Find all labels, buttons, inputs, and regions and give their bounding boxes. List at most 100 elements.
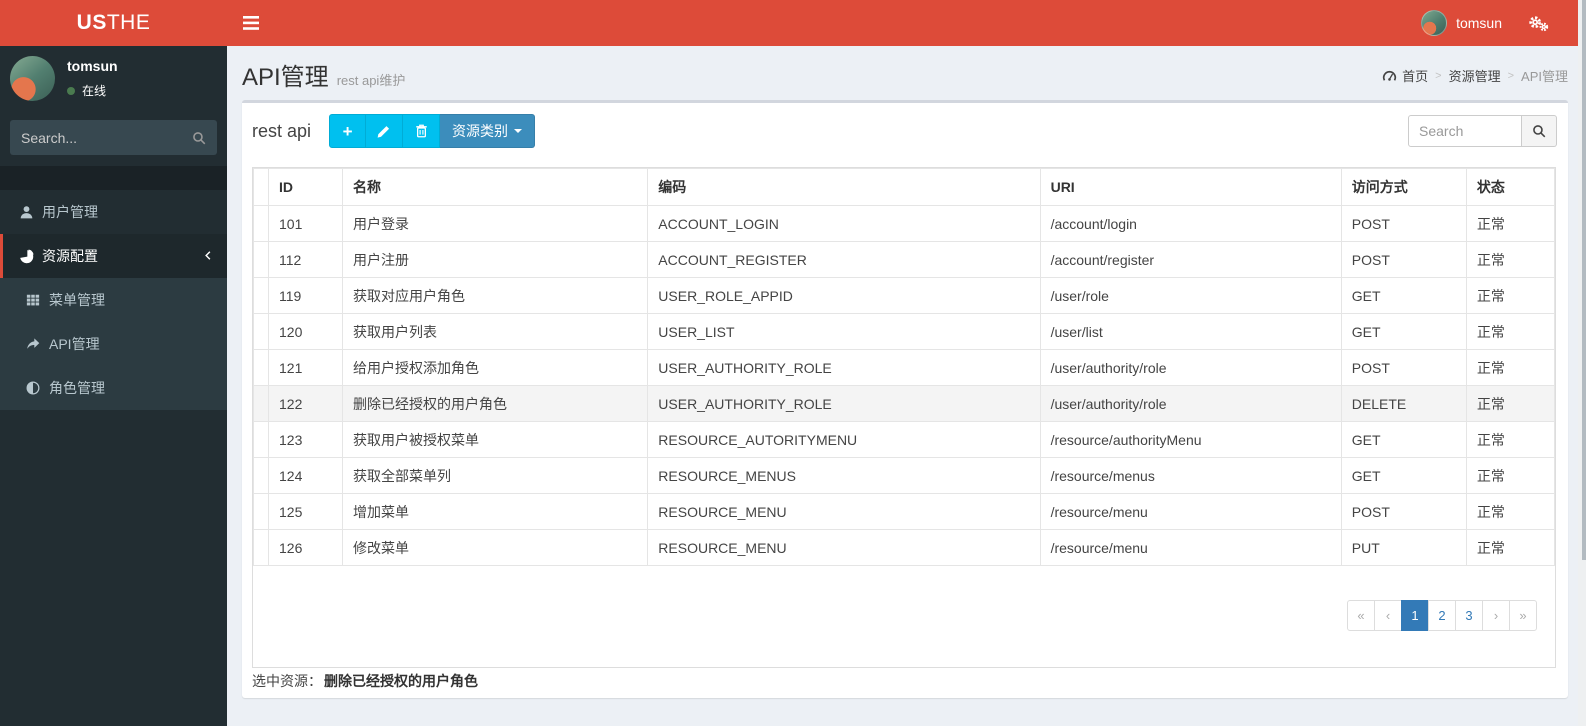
cell-id: 119 — [269, 278, 343, 314]
page-2[interactable]: 2 — [1428, 600, 1456, 631]
column-header-uri: URI — [1040, 169, 1341, 206]
sidebar-user-name: tomsun — [67, 58, 118, 74]
sidebar-item-label: 资源配置 — [42, 246, 98, 266]
cell-id: 123 — [269, 422, 343, 458]
cell-status: 正常 — [1466, 242, 1554, 278]
cell-state — [254, 494, 269, 530]
table-row[interactable]: 119获取对应用户角色USER_ROLE_APPID/user/roleGET正… — [254, 278, 1555, 314]
breadcrumb-resource[interactable]: 资源管理 — [1449, 66, 1501, 85]
sidebar-item-label: 用户管理 — [42, 202, 98, 222]
grid-icon — [25, 293, 40, 307]
cell-name: 删除已经授权的用户角色 — [343, 386, 648, 422]
cell-method: POST — [1341, 350, 1466, 386]
table-row[interactable]: 125增加菜单RESOURCE_MENU/resource/menuPOST正常 — [254, 494, 1555, 530]
table-row[interactable]: 124获取全部菜单列RESOURCE_MENUS/resource/menusG… — [254, 458, 1555, 494]
page-prev[interactable]: ‹ — [1374, 600, 1402, 631]
table-row[interactable]: 120获取用户列表USER_LIST/user/listGET正常 — [254, 314, 1555, 350]
page-subtitle: rest api维护 — [337, 73, 406, 88]
cell-uri: /account/login — [1040, 206, 1341, 242]
user-icon — [18, 205, 34, 220]
page-first[interactable]: « — [1347, 600, 1375, 631]
page-last[interactable]: » — [1509, 600, 1537, 631]
cell-id: 101 — [269, 206, 343, 242]
cell-id: 124 — [269, 458, 343, 494]
sidebar-search-placeholder: Search... — [21, 130, 192, 146]
page-3[interactable]: 3 — [1455, 600, 1483, 631]
api-table: ID 名称 编码 URI 访问方式 状态 101用户登录ACCOUNT_LOGI… — [253, 168, 1555, 566]
navbar-avatar[interactable] — [1421, 10, 1447, 36]
selected-resource-line: 选中资源：删除已经授权的用户角色 — [252, 671, 478, 691]
column-header-method: 访问方式 — [1341, 169, 1466, 206]
sidebar-item-user-management[interactable]: 用户管理 — [0, 190, 227, 234]
delete-button[interactable] — [403, 114, 440, 148]
cell-method: POST — [1341, 206, 1466, 242]
cell-code: USER_LIST — [648, 314, 1040, 350]
column-header-status: 状态 — [1466, 169, 1554, 206]
category-dropdown-button[interactable]: 资源类别 — [440, 114, 535, 148]
table-row[interactable]: 121给用户授权添加角色USER_AUTHORITY_ROLE/user/aut… — [254, 350, 1555, 386]
window-scrollbar[interactable] — [1578, 0, 1586, 726]
breadcrumb-separator: > — [1435, 70, 1441, 82]
cell-id: 120 — [269, 314, 343, 350]
cell-id: 125 — [269, 494, 343, 530]
cell-method: GET — [1341, 314, 1466, 350]
edit-button[interactable] — [366, 114, 403, 148]
cell-status: 正常 — [1466, 494, 1554, 530]
sidebar-subitem-label: 菜单管理 — [49, 290, 105, 310]
cell-uri: /user/authority/role — [1040, 350, 1341, 386]
cell-status: 正常 — [1466, 386, 1554, 422]
gears-icon[interactable] — [1528, 15, 1550, 32]
share-icon — [25, 337, 40, 351]
cell-method: DELETE — [1341, 386, 1466, 422]
pie-chart-icon — [18, 249, 34, 264]
sidebar-subitem-label: 角色管理 — [49, 378, 105, 398]
cell-status: 正常 — [1466, 314, 1554, 350]
cell-uri: /user/list — [1040, 314, 1341, 350]
table-row[interactable]: 112用户注册ACCOUNT_REGISTER/account/register… — [254, 242, 1555, 278]
content-area: API管理rest api维护 首页 > 资源管理 > API管理 rest a… — [227, 46, 1586, 726]
table-search-button[interactable] — [1522, 115, 1557, 147]
breadcrumb-home[interactable]: 首页 — [1402, 66, 1428, 85]
table-row[interactable]: 126修改菜单RESOURCE_MENU/resource/menuPUT正常 — [254, 530, 1555, 566]
sidebar: tomsun 在线 Search... 用户管理 资源配置 — [0, 46, 227, 726]
add-button[interactable]: + — [329, 114, 366, 148]
sidebar-subitem-api-management[interactable]: API管理 — [0, 322, 227, 366]
cell-name: 修改菜单 — [343, 530, 648, 566]
cell-state — [254, 206, 269, 242]
scrollbar-thumb[interactable] — [1582, 0, 1586, 560]
sidebar-subitem-role-management[interactable]: 角色管理 — [0, 366, 227, 410]
navbar-username[interactable]: tomsun — [1456, 15, 1502, 31]
pagination: «‹123›» — [1347, 600, 1537, 631]
column-header-code: 编码 — [648, 169, 1040, 206]
search-icon[interactable] — [192, 131, 206, 145]
table-row[interactable]: 122删除已经授权的用户角色USER_AUTHORITY_ROLE/user/a… — [254, 386, 1555, 422]
chevron-left-icon — [202, 249, 214, 262]
cell-code: USER_ROLE_APPID — [648, 278, 1040, 314]
cell-uri: /resource/menu — [1040, 494, 1341, 530]
table-row[interactable]: 101用户登录ACCOUNT_LOGIN/account/loginPOST正常 — [254, 206, 1555, 242]
cell-id: 126 — [269, 530, 343, 566]
dashboard-icon — [1382, 69, 1397, 82]
page-next[interactable]: › — [1482, 600, 1510, 631]
table-row[interactable]: 123获取用户被授权菜单RESOURCE_AUTORITYMENU/resour… — [254, 422, 1555, 458]
column-header-name: 名称 — [343, 169, 648, 206]
cell-method: GET — [1341, 422, 1466, 458]
sidebar-avatar[interactable] — [10, 56, 55, 101]
cell-name: 获取对应用户角色 — [343, 278, 648, 314]
column-header-id: ID — [269, 169, 343, 206]
api-box: rest api + 资源类别 — [242, 100, 1568, 698]
trash-icon — [415, 124, 428, 138]
sidebar-toggle-button[interactable] — [227, 0, 275, 46]
brand-logo[interactable]: USTHE — [0, 0, 227, 46]
cell-state — [254, 458, 269, 494]
sidebar-subitem-menu-management[interactable]: 菜单管理 — [0, 278, 227, 322]
cell-method: GET — [1341, 458, 1466, 494]
table-search-input[interactable] — [1408, 115, 1522, 147]
cell-id: 121 — [269, 350, 343, 386]
sidebar-search-input[interactable]: Search... — [10, 120, 217, 155]
cell-code: RESOURCE_MENU — [648, 530, 1040, 566]
cell-method: POST — [1341, 242, 1466, 278]
box-title: rest api — [252, 121, 311, 142]
page-1[interactable]: 1 — [1401, 600, 1429, 631]
sidebar-item-resource-config[interactable]: 资源配置 — [0, 234, 227, 278]
